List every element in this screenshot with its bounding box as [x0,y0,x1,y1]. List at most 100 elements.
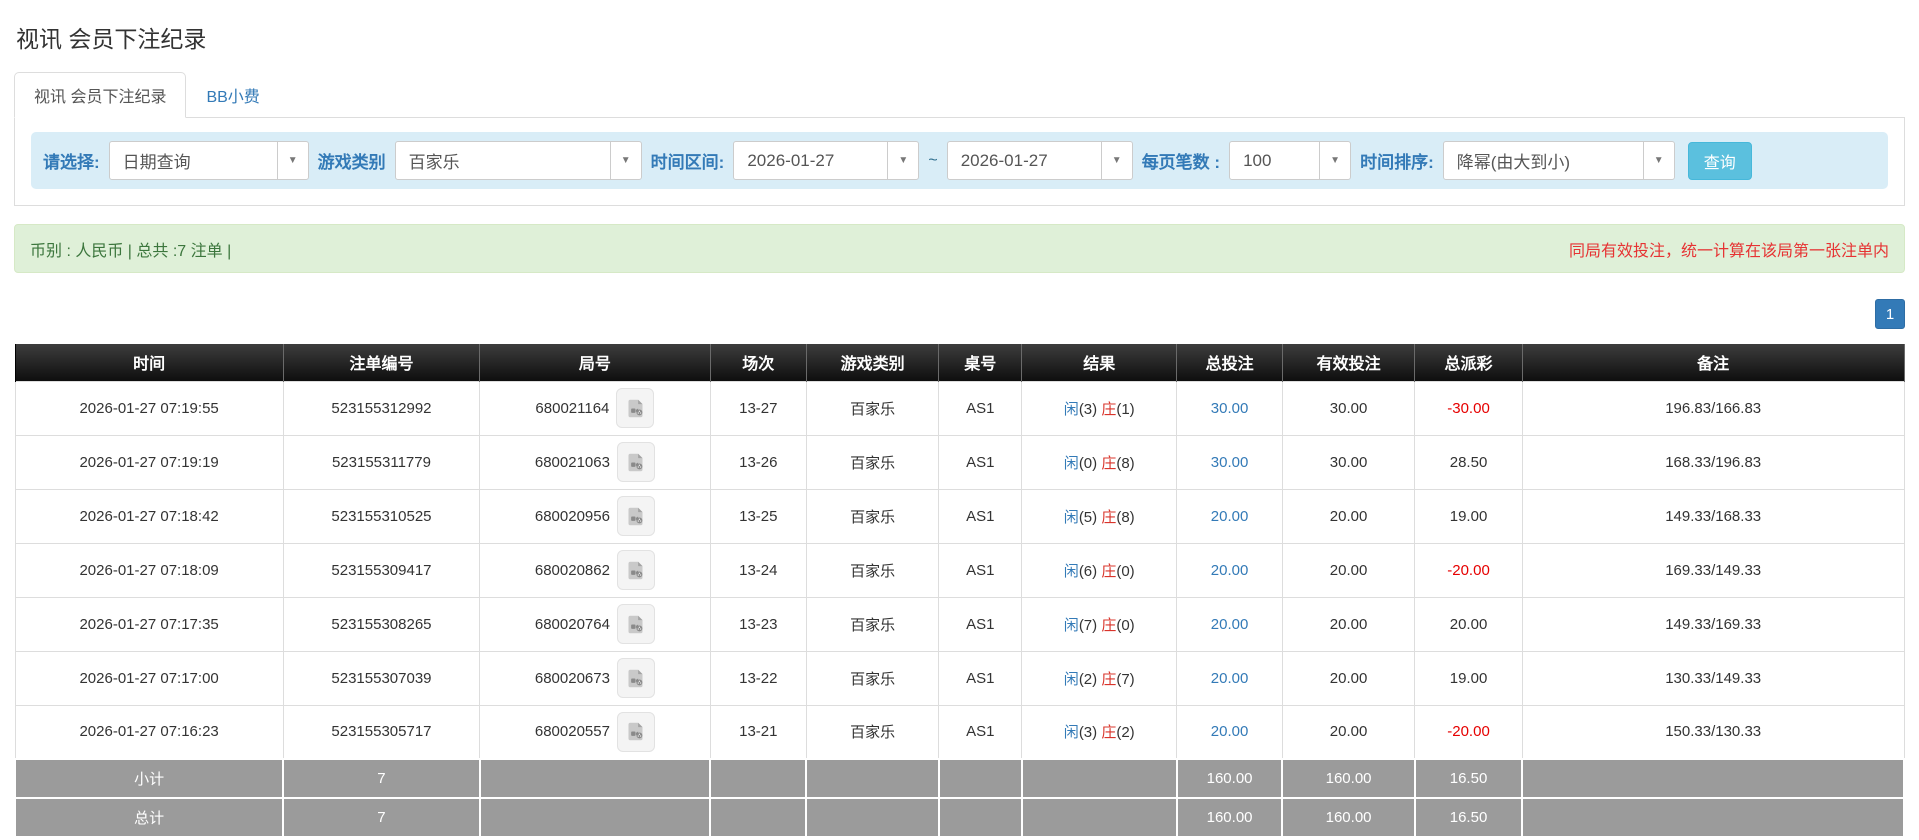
page-title: 视讯 会员下注纪录 [16,26,207,52]
date-from-select[interactable]: 2026-01-27 ▼ [733,141,920,180]
sort-select[interactable]: 降幂(由大到小) ▼ [1442,141,1675,180]
col-session: 场次 [709,344,807,381]
result-player-label: 闲 [1063,616,1079,634]
total-payout: 16.50 [1413,797,1524,838]
tab-bar: 视讯 会员下注纪录 BB小费 [14,72,1905,118]
sort-label: 时间排序: [1360,153,1434,172]
cell-game-type: 百家乐 [805,704,940,760]
cell-remark: 150.33/130.33 [1521,704,1905,760]
video-replay-button[interactable] [616,604,655,644]
cell-total-bet: 20.00 [1176,542,1283,598]
table-row: 2026-01-27 07:17:00 523155307039 6800206… [14,650,1905,706]
cell-time: 2026-01-27 07:16:23 [14,704,284,760]
result-player-num: (3) [1078,400,1098,418]
result-player-label: 闲 [1063,400,1079,418]
cell-total-bet: 20.00 [1176,488,1283,544]
cell-remark: 149.33/169.33 [1521,596,1905,652]
total-bet-link[interactable]: 20.00 [1211,616,1249,633]
result-player-label: 闲 [1063,508,1079,526]
tab-video-bet-records[interactable]: 视讯 会员下注纪录 [14,72,187,118]
cell-bet-id: 523155309417 [282,542,481,598]
cell-payout: -20.00 [1414,542,1523,598]
cell-payout: 20.00 [1414,596,1523,652]
cell-remark: 168.33/196.83 [1521,434,1905,490]
table-row: 2026-01-27 07:18:42 523155310525 6800209… [14,488,1905,544]
cell-payout: 19.00 [1414,488,1523,544]
select-label: 请选择: [43,153,100,172]
total-bet-link[interactable]: 30.00 [1211,454,1249,471]
cell-time: 2026-01-27 07:18:09 [14,542,284,598]
result-banker-label: 庄 [1101,562,1117,580]
video-file-icon [628,399,643,417]
video-replay-button[interactable] [616,658,655,698]
round-id-text: 680020764 [534,615,610,633]
result-banker-label: 庄 [1101,670,1117,688]
cell-valid-bet: 20.00 [1281,596,1416,652]
cell-bet-id: 523155311779 [282,434,481,490]
total-count: 7 [282,797,481,838]
total-bet-link[interactable]: 20.00 [1211,670,1249,687]
game-type-label: 游戏类别 [317,153,386,172]
filter-panel: 请选择: 日期查询 ▼ 游戏类别 百家乐 ▼ 时间区间: 2026-01-27 … [14,118,1905,206]
video-replay-button[interactable] [616,711,655,752]
cell-round-id: 680020764 [479,596,711,652]
chevron-down-icon: ▼ [276,142,308,179]
video-file-icon [628,453,643,471]
grand-total-row: 总计 7 160.00 160.00 16.50 [13,797,1905,838]
video-replay-button[interactable] [616,442,655,482]
table-row: 2026-01-27 07:18:09 523155309417 6800208… [14,542,1905,598]
total-bet-link[interactable]: 20.00 [1211,508,1249,525]
cell-total-bet: 30.00 [1176,434,1283,490]
result-player-num: (5) [1078,508,1098,526]
cell-result: 闲(2) 庄(7) [1021,650,1178,706]
cell-payout: 28.50 [1414,434,1523,490]
video-replay-button[interactable] [616,496,655,536]
cell-result: 闲(6) 庄(0) [1021,542,1178,598]
table-body: 2026-01-27 07:19:55 523155312992 6800211… [14,380,1905,760]
cell-table-no: AS1 [938,542,1023,598]
game-type-select[interactable]: 百家乐 ▼ [394,141,642,180]
query-type-value: 日期查询 [122,153,191,172]
cell-table-no: AS1 [938,434,1023,490]
query-type-select[interactable]: 日期查询 ▼ [108,141,309,180]
total-bet-link[interactable]: 20.00 [1211,723,1249,740]
video-file-icon [628,507,643,525]
col-game-type: 游戏类别 [805,344,940,381]
round-id-text: 680021063 [534,453,610,471]
result-banker-num: (1) [1116,400,1135,418]
col-total-bet: 总投注 [1176,344,1283,381]
cell-round-id: 680020956 [479,488,711,544]
table-row: 2026-01-27 07:19:19 523155311779 6800210… [14,434,1905,490]
cell-valid-bet: 30.00 [1281,434,1416,490]
subtotal-label: 小计 [13,758,285,799]
cell-bet-id: 523155307039 [282,650,481,706]
cell-session: 13-26 [709,434,807,490]
date-to-select[interactable]: 2026-01-27 ▼ [946,141,1133,180]
per-page-select[interactable]: 100 ▼ [1229,141,1352,180]
result-banker-num: (7) [1116,670,1135,688]
tab-bb-tip[interactable]: BB小费 [186,72,279,118]
table-header: 时间 注单编号 局号 场次 游戏类别 桌号 结果 总投注 有效投注 总派彩 备注 [14,344,1905,381]
cell-time: 2026-01-27 07:17:00 [14,650,284,706]
cell-game-type: 百家乐 [805,380,940,436]
date-to-value: 2026-01-27 [960,150,1048,170]
total-bet-link[interactable]: 30.00 [1211,400,1249,417]
chevron-down-icon: ▼ [1319,142,1350,179]
cell-round-id: 680020862 [479,542,711,598]
total-bet-link[interactable]: 20.00 [1211,562,1249,579]
result-banker-label: 庄 [1101,616,1117,634]
col-bet-id: 注单编号 [282,344,481,381]
cell-valid-bet: 20.00 [1281,704,1416,760]
result-player-num: (3) [1078,724,1098,742]
query-button[interactable]: 查询 [1687,141,1752,180]
cell-time: 2026-01-27 07:19:55 [14,380,284,436]
page-1-button[interactable]: 1 [1875,299,1905,329]
cell-payout: 19.00 [1414,650,1523,706]
table-footer: 小计 7 160.00 160.00 16.50 总计 7 160.00 160… [13,758,1905,838]
cell-remark: 149.33/168.33 [1521,488,1905,544]
result-player-num: (0) [1078,454,1098,472]
total-label: 总计 [13,797,285,838]
video-replay-button[interactable] [616,388,655,428]
video-replay-button[interactable] [616,550,655,590]
result-banker-label: 庄 [1101,724,1117,742]
